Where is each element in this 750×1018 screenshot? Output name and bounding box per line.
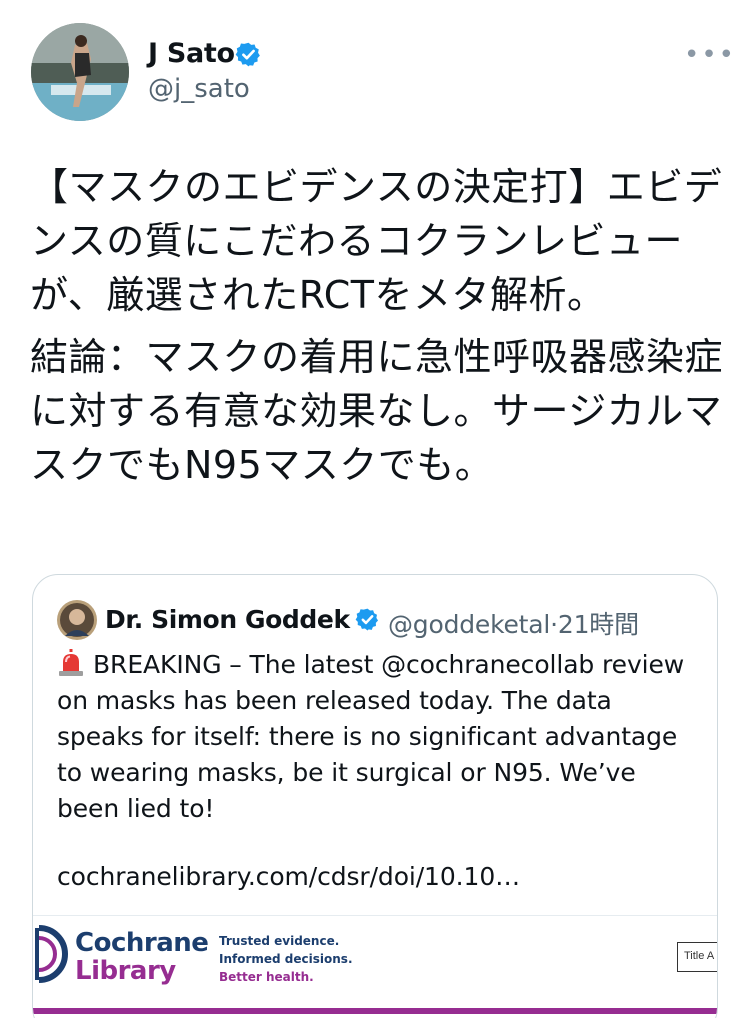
cochrane-wordmark: Cochrane (75, 928, 209, 958)
library-wordmark: Library (75, 956, 176, 986)
author-handle[interactable]: @j_sato (148, 74, 250, 104)
tweet-body: 【マスクのエビデンスの決定打】エビデンスの質にこだわるコクランレビューが、厳選さ… (30, 160, 730, 500)
quote-author-name[interactable]: Dr. Simon Goddek (105, 605, 350, 634)
quoted-tweet[interactable]: Dr. Simon Goddek @goddeketal·21時間 BREAKI… (32, 574, 718, 1018)
card-tagline-3: Better health. (219, 970, 314, 984)
quote-text: BREAKING – The latest @cochranecollab re… (57, 650, 685, 823)
tweet-header: J Sato @j_sato ••• (0, 0, 750, 140)
more-horizontal-icon[interactable]: ••• (684, 40, 736, 70)
card-tagline-2: Informed decisions. (219, 952, 353, 966)
quote-author-meta: @goddeketal·21時間 (388, 605, 639, 641)
meta-separator: · (550, 610, 558, 639)
quote-author-avatar[interactable] (57, 600, 97, 640)
quote-author-handle[interactable]: @goddeketal (388, 610, 550, 639)
verified-badge-icon (355, 608, 379, 631)
quote-timestamp[interactable]: 21時間 (558, 610, 639, 639)
tweet-paragraph-2: 結論：マスクの着用に急性呼吸器感染症に対する有意な効果なし。サージカルマスクでも… (30, 335, 724, 487)
author-avatar[interactable] (31, 23, 129, 121)
quote-link[interactable]: cochranelibrary.com/cdsr/doi/10.10… (57, 862, 520, 891)
verified-badge-icon (235, 42, 260, 67)
quote-body: BREAKING – The latest @cochranecollab re… (57, 647, 697, 827)
tweet-paragraph-1: 【マスクのエビデンスの決定打】エビデンスの質にこだわるコクランレビューが、厳選さ… (30, 165, 723, 317)
link-preview-card[interactable]: Cochrane Library Trusted evidence. Infor… (33, 915, 717, 1018)
card-tagline-1: Trusted evidence. (219, 934, 340, 948)
cochrane-logo-icon (35, 925, 68, 983)
author-name[interactable]: J Sato (148, 38, 235, 69)
card-search-field: Title A (677, 942, 717, 972)
card-accent-bar (33, 1008, 717, 1014)
siren-icon (59, 649, 83, 676)
